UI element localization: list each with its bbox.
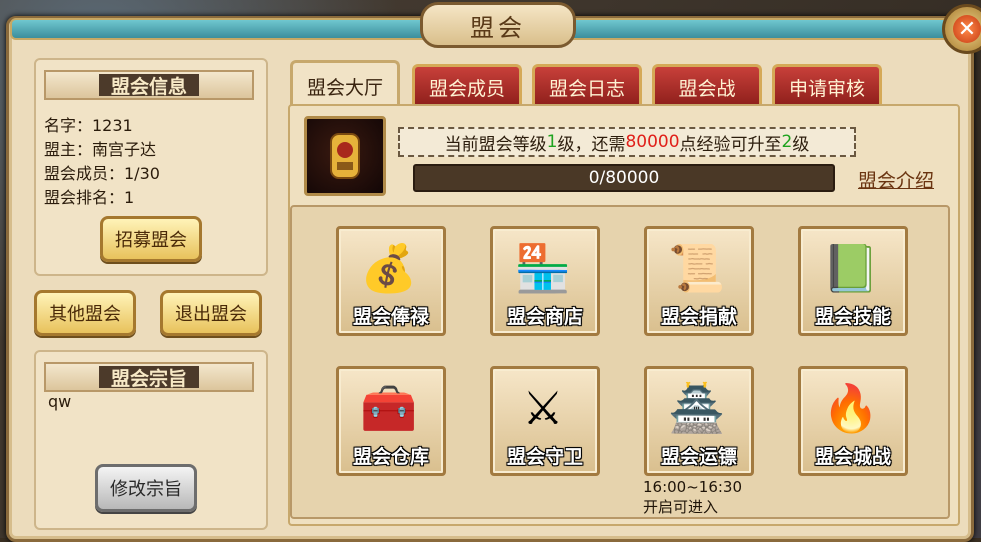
burning-fortress-icon: 🏯 xyxy=(668,380,726,435)
window-title: 盟会 xyxy=(420,2,576,48)
guild-level-text: 当前盟会等级 1 级，还需 80000 点经验可升至 2 级 xyxy=(398,127,856,157)
crossed-swords-shield-icon: ⚔ xyxy=(522,381,564,435)
tab-application-review[interactable]: 申请审核 xyxy=(772,64,882,107)
guild-purpose-header: 盟会宗旨 xyxy=(44,362,254,392)
guild-xp-bar: 0/80000 xyxy=(413,164,835,192)
city-war-icon: 🔥 xyxy=(822,380,880,435)
quit-guild-button[interactable]: 退出盟会 xyxy=(160,290,262,336)
current-level: 1 xyxy=(546,132,558,152)
tab-guild-hall[interactable]: 盟会大厅 xyxy=(290,60,400,109)
guild-leader: 盟主：南宫子达 xyxy=(44,140,157,159)
feature-skills[interactable]: 📗 盟会技能 xyxy=(798,226,908,336)
guild-token-icon xyxy=(330,133,360,179)
feature-shop[interactable]: 🏪 盟会商店 xyxy=(490,226,600,336)
other-guilds-button[interactable]: 其他盟会 xyxy=(34,290,136,336)
guild-info-header: 盟会信息 xyxy=(44,70,254,100)
donate-book-icon: 📜 xyxy=(668,240,726,295)
guild-name: 名字：1231 xyxy=(44,116,133,135)
guild-intro-link[interactable]: 盟会介绍 xyxy=(858,166,934,193)
feature-donate[interactable]: 📜 盟会捐献 xyxy=(644,226,754,336)
feature-warehouse[interactable]: 🧰 盟会仓库 xyxy=(336,366,446,476)
recruit-button[interactable]: 招募盟会 xyxy=(100,216,202,262)
guild-emblem xyxy=(304,116,386,196)
xp-text: 0/80000 xyxy=(588,168,660,188)
feature-salary[interactable]: 💰 盟会俸禄 xyxy=(336,226,446,336)
guild-rank: 盟会排名：1 xyxy=(44,188,135,207)
edit-purpose-button[interactable]: 修改宗旨 xyxy=(95,464,197,512)
tab-guild-war[interactable]: 盟会战 xyxy=(652,64,762,107)
guild-purpose-text: qw xyxy=(48,392,72,411)
close-icon: ✕ xyxy=(953,15,981,43)
feature-city-war[interactable]: 🔥 盟会城战 xyxy=(798,366,908,476)
shop-icon: 🏪 xyxy=(514,240,572,295)
skill-book-icon: 📗 xyxy=(822,240,880,295)
feature-guard[interactable]: ⚔ 盟会守卫 xyxy=(490,366,600,476)
tab-guild-log[interactable]: 盟会日志 xyxy=(532,64,642,107)
next-level: 2 xyxy=(781,132,793,152)
xp-needed: 80000 xyxy=(625,132,680,152)
escort-note: 开启可进入 xyxy=(643,498,719,516)
money-bag-icon: 💰 xyxy=(360,240,418,295)
tab-guild-members[interactable]: 盟会成员 xyxy=(412,64,522,107)
guild-member-count: 盟会成员：1/30 xyxy=(44,164,160,183)
treasure-chest-icon: 🧰 xyxy=(360,380,418,435)
feature-escort[interactable]: 🏯 盟会运镖 xyxy=(644,366,754,476)
escort-time: 16:00~16:30 xyxy=(643,478,743,496)
